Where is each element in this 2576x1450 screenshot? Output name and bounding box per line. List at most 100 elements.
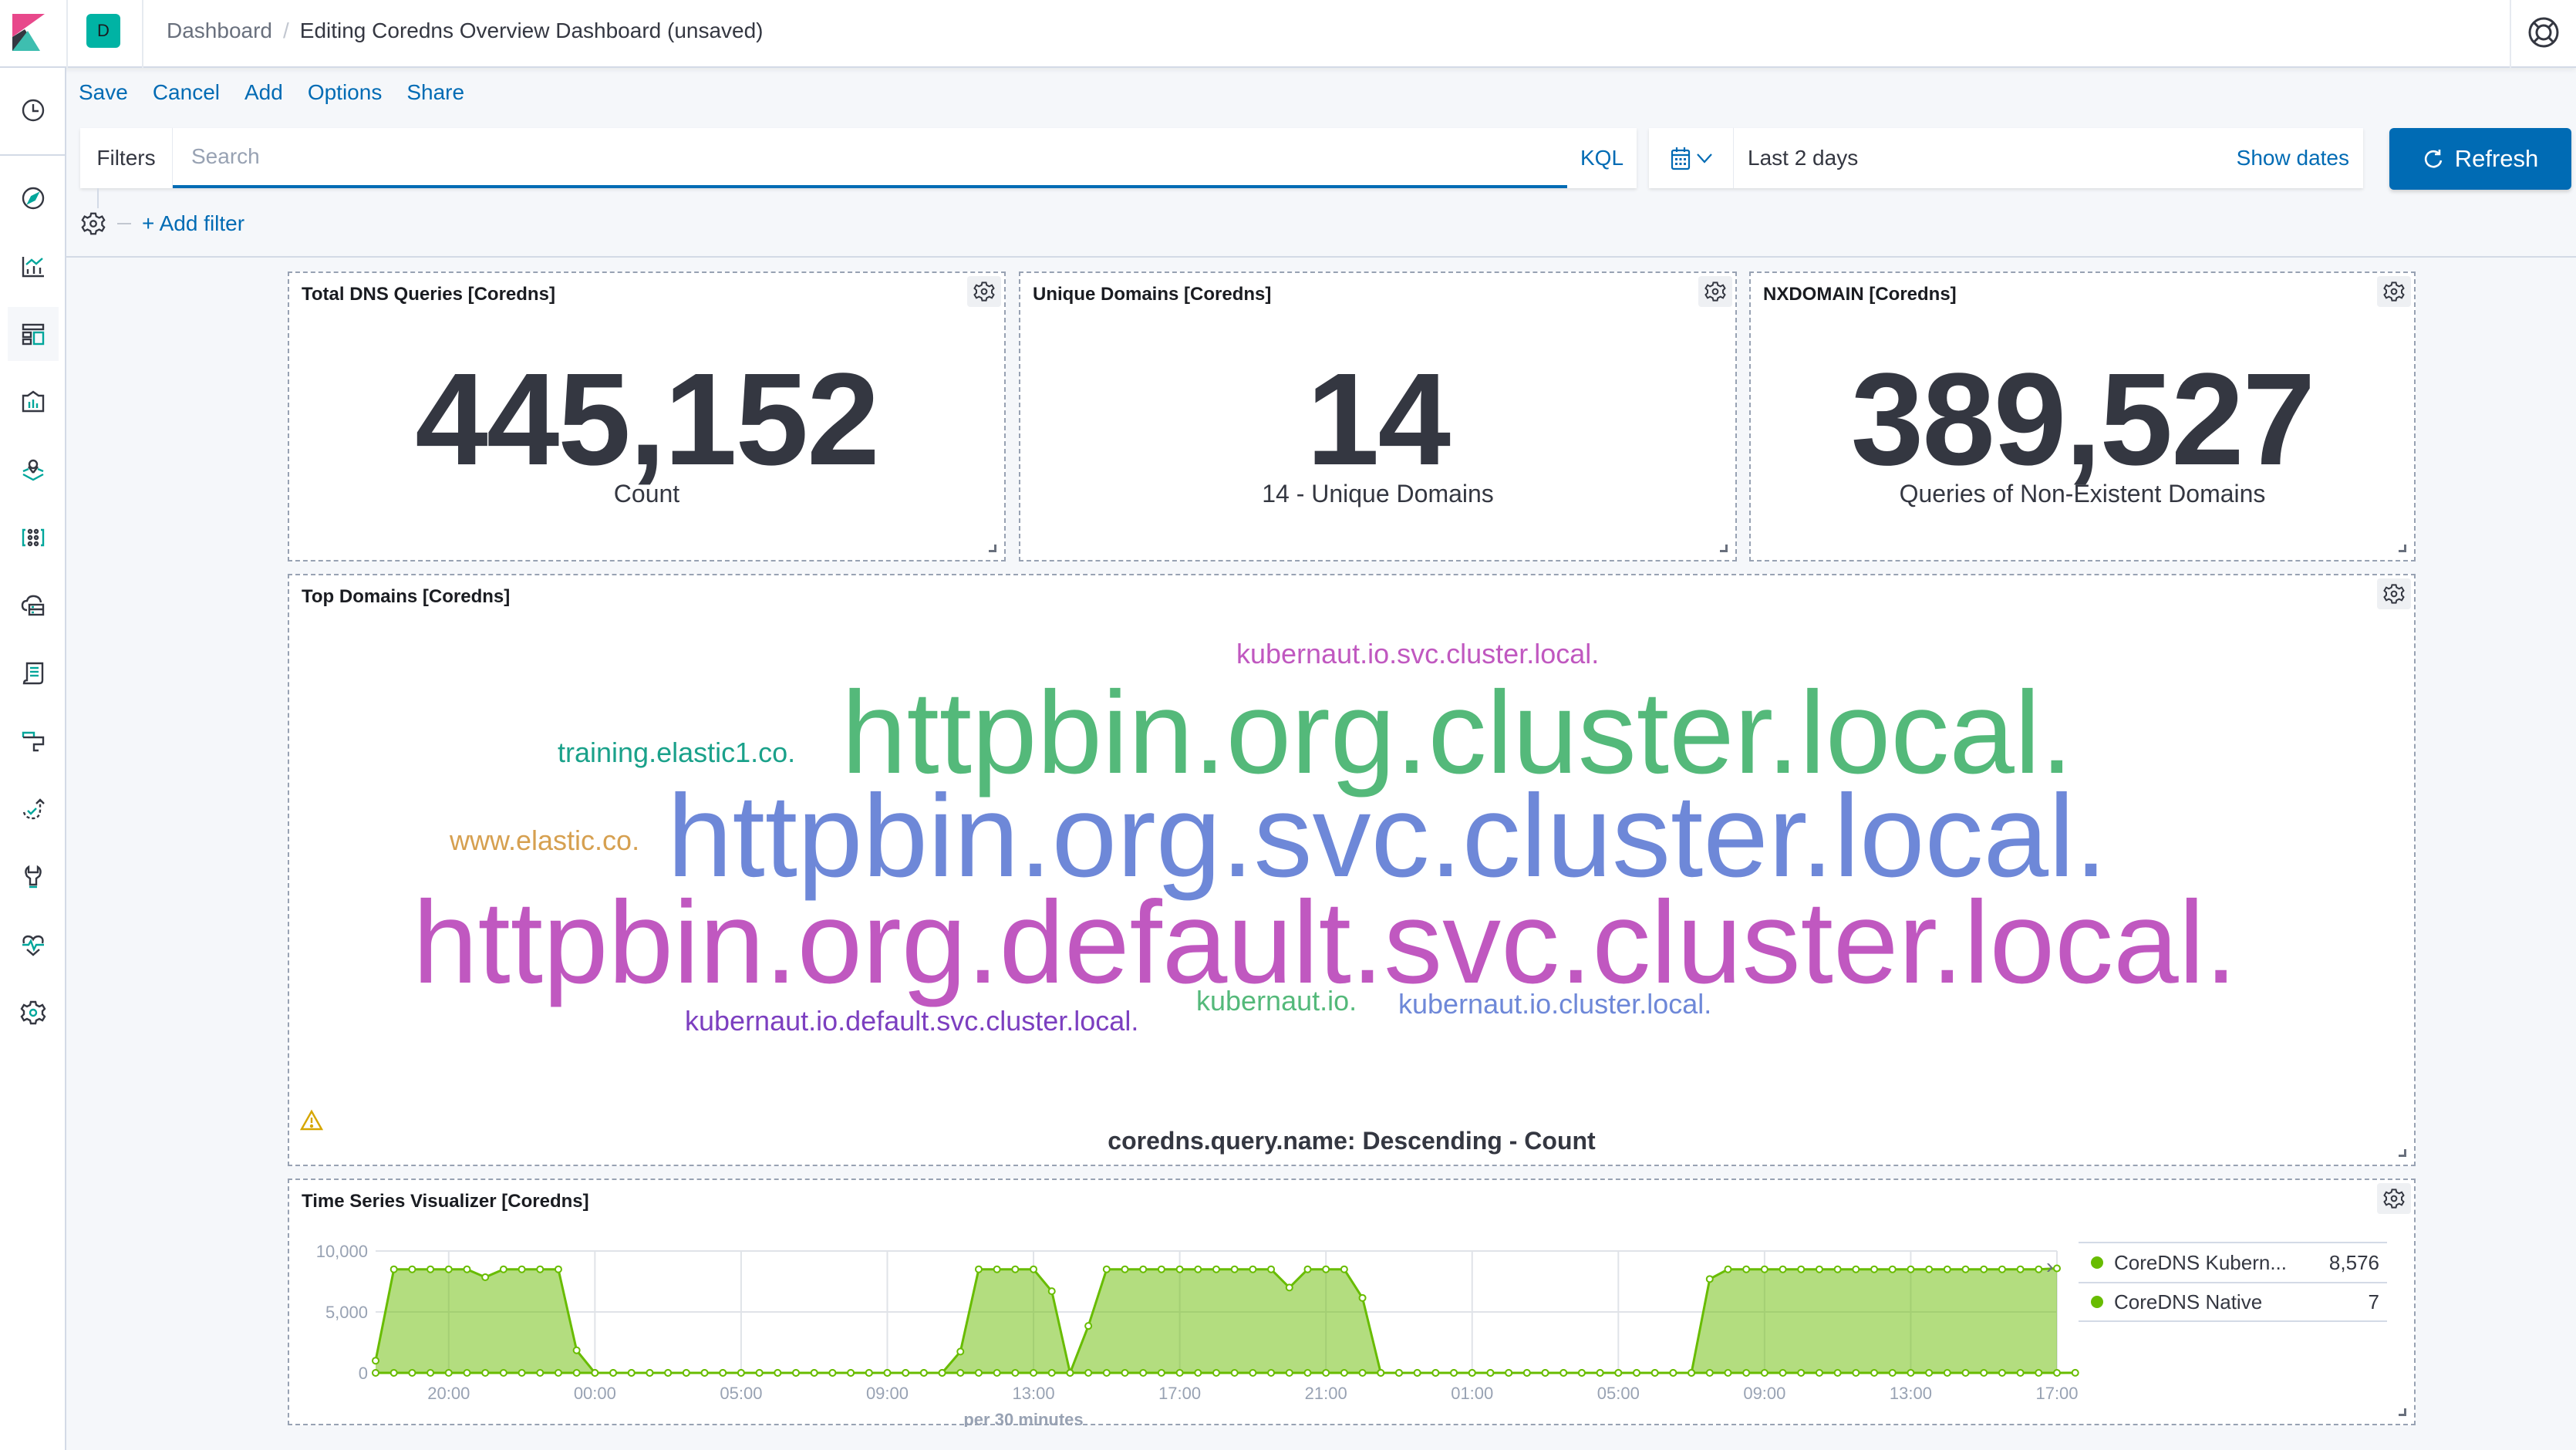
panel-options-button[interactable] [2377, 276, 2411, 307]
nav-maps[interactable] [8, 443, 59, 497]
data-point [700, 1369, 709, 1377]
resize-handle[interactable] [989, 545, 996, 552]
clock-icon [22, 99, 45, 122]
data-point [993, 1265, 1001, 1273]
panel-options-button[interactable] [1698, 276, 1732, 307]
resize-handle[interactable] [2399, 1149, 2406, 1157]
panel-title: NXDOMAIN [Coredns] [1763, 284, 1957, 305]
lifebuoy-icon[interactable] [2527, 15, 2561, 49]
nav-management[interactable] [8, 986, 59, 1040]
word-cloud-term[interactable]: kubernaut.io. [1196, 987, 1357, 1015]
legend-item[interactable]: CoreDNS Native 7 [2079, 1282, 2387, 1322]
resize-handle[interactable] [2399, 545, 2406, 552]
logs-icon [22, 662, 44, 685]
x-tick-label: 09:00 [866, 1384, 909, 1403]
nav-stack-monitoring[interactable] [8, 918, 59, 972]
gear-icon [20, 1000, 46, 1025]
filter-options-gear-icon[interactable] [80, 211, 106, 237]
search-input[interactable] [173, 128, 1567, 185]
cancel-button[interactable]: Cancel [153, 80, 220, 105]
data-point [1705, 1275, 1714, 1283]
word-cloud-term[interactable]: kubernaut.io.cluster.local. [1398, 990, 1711, 1018]
x-tick-label: 09:00 [1743, 1384, 1785, 1403]
resize-handle[interactable] [1720, 545, 1728, 552]
gear-icon [973, 282, 995, 302]
data-point [444, 1369, 453, 1377]
share-button[interactable]: Share [406, 80, 464, 105]
data-point [1322, 1369, 1330, 1377]
data-point [1084, 1322, 1093, 1330]
nav-apm[interactable] [8, 714, 59, 768]
uptime-icon [22, 798, 45, 820]
breadcrumb-dashboard-link[interactable]: Dashboard [167, 15, 272, 46]
data-point [1267, 1369, 1276, 1377]
data-point [1102, 1369, 1111, 1377]
kql-language-toggle[interactable]: KQL [1567, 128, 1637, 188]
panel-total-dns-queries: Total DNS Queries [Coredns] 445,152 Coun… [288, 271, 1006, 561]
data-point [847, 1369, 855, 1377]
data-point [1175, 1369, 1184, 1377]
nav-dashboard[interactable] [8, 307, 59, 361]
data-point [1358, 1293, 1367, 1302]
data-point [1980, 1369, 1988, 1377]
data-point [1943, 1369, 1951, 1377]
data-point [1907, 1265, 1915, 1273]
nav-recently-viewed[interactable] [8, 83, 59, 137]
data-point [1139, 1369, 1148, 1377]
data-point [1285, 1369, 1293, 1377]
data-point [1194, 1369, 1202, 1377]
options-button[interactable]: Options [308, 80, 383, 105]
nav-machine-learning[interactable] [8, 511, 59, 565]
data-point [1633, 1369, 1640, 1377]
add-panel-button[interactable]: Add [244, 80, 283, 105]
panel-options-button[interactable] [2377, 1183, 2411, 1214]
quick-select-button[interactable] [1649, 128, 1734, 188]
word-cloud-term[interactable]: www.elastic.co. [450, 827, 639, 855]
time-range-value[interactable]: Last 2 days [1734, 146, 2237, 170]
panel-title: Unique Domains [Coredns] [1033, 284, 1272, 305]
nav-dev-tools[interactable] [8, 850, 59, 904]
show-dates-link[interactable]: Show dates [2237, 146, 2363, 170]
data-point [1066, 1369, 1074, 1377]
legend-series-name: CoreDNS Native [2114, 1290, 2263, 1313]
data-point [536, 1265, 545, 1273]
save-button[interactable]: Save [79, 80, 128, 105]
data-point [1102, 1265, 1111, 1273]
nav-logs[interactable] [8, 646, 59, 700]
legend-series-value: 8,576 [2328, 1250, 2379, 1274]
data-point [1468, 1369, 1476, 1377]
panel-options-button[interactable] [967, 276, 1001, 307]
data-point [518, 1265, 526, 1273]
space-avatar[interactable]: D [86, 14, 120, 48]
metric: 14 14 - Unique Domains [1020, 350, 1735, 508]
data-point [1011, 1265, 1020, 1273]
nav-uptime[interactable] [8, 782, 59, 836]
panel-title: Time Series Visualizer [Coredns] [302, 1191, 589, 1212]
data-point [1303, 1369, 1312, 1377]
data-point [1230, 1369, 1239, 1377]
top-header: D Dashboard / Editing Coredns Overview D… [0, 0, 2576, 68]
nav-visualize[interactable] [8, 239, 59, 293]
data-point [1852, 1369, 1860, 1377]
resize-handle[interactable] [2399, 1408, 2406, 1416]
word-cloud-term[interactable]: httpbin.org.cluster.local. [841, 674, 2073, 791]
add-filter-button[interactable]: + Add filter [142, 211, 244, 236]
word-cloud-term[interactable]: training.elastic1.co. [558, 739, 795, 767]
nav-canvas[interactable] [8, 375, 59, 429]
panel-top-domains: Top Domains [Coredns] httpbin.org.defaul… [288, 574, 2416, 1166]
data-point [1779, 1265, 1787, 1273]
kibana-logo-icon[interactable] [12, 14, 45, 51]
nav-infrastructure[interactable] [8, 578, 59, 632]
word-cloud-term[interactable]: kubernaut.io.svc.cluster.local. [1236, 640, 1599, 668]
data-point [1961, 1265, 1970, 1273]
data-point [1212, 1369, 1220, 1377]
data-point [1614, 1369, 1623, 1377]
legend-toggle-chevron-icon[interactable]: › [2046, 1254, 2053, 1279]
word-cloud-term[interactable]: kubernaut.io.default.svc.cluster.local. [685, 1007, 1138, 1035]
data-point [956, 1369, 965, 1377]
data-point [919, 1369, 928, 1377]
nav-discover[interactable] [8, 171, 59, 225]
legend-item[interactable]: CoreDNS Kubern... 8,576 [2079, 1242, 2387, 1282]
panel-nxdomain: NXDOMAIN [Coredns] 389,527 Queries of No… [1749, 271, 2416, 561]
refresh-button[interactable]: Refresh [2389, 128, 2571, 190]
